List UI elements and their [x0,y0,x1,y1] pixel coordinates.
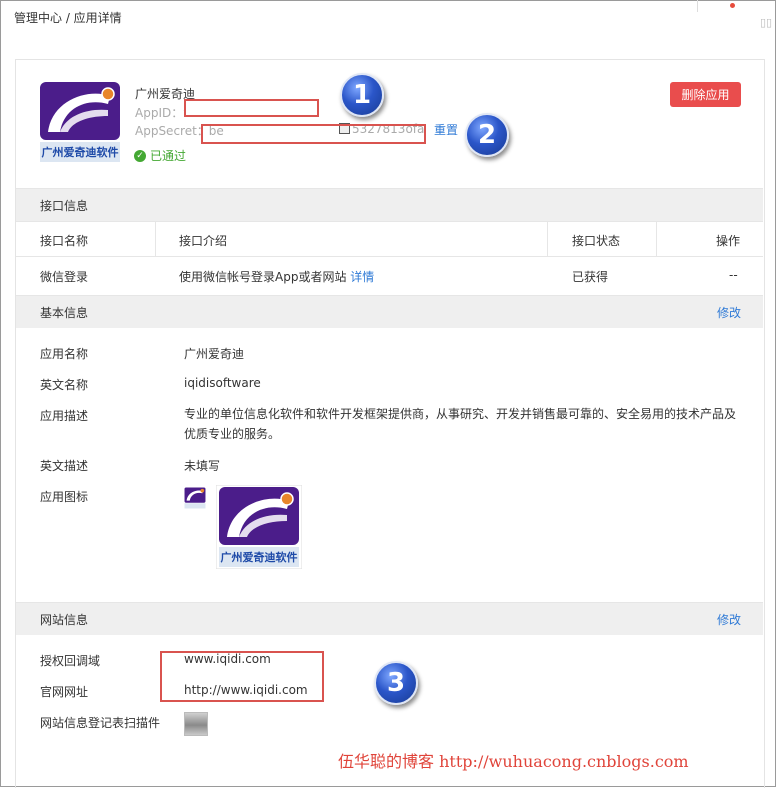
check-icon: ✓ [134,149,146,162]
desc-value: 专业的单位信息化软件和软件开发框架提供商，从事研究、开发并销售最可靠的、安全易用… [184,407,737,441]
basic-edit-link[interactable]: 修改 [717,304,741,321]
app-icon-large: 广州爱奇迪软件 [216,485,302,569]
table-header-name: 接口名称 [40,234,89,248]
basic-section-title: 基本信息 [40,306,89,320]
website-section-title: 网站信息 [40,613,89,627]
interface-section-title: 接口信息 [40,199,89,213]
annotation-badge-2: 2 [465,113,509,157]
interface-section-bar: 接口信息 [16,188,763,221]
divider [656,222,657,256]
app-icon-small [184,487,206,509]
website-section-bar: 网站信息 修改 [16,602,763,635]
divider [16,256,763,257]
icon-logo-text: 广州爱奇迪软件 [221,550,298,564]
desc-label: 应用描述 [40,409,89,423]
record-label: 网站信息登记表扫描件 [40,716,161,730]
en-name-label: 英文名称 [40,378,89,392]
en-desc-label: 英文描述 [40,459,89,473]
status-badge: ✓ 已通过 [134,147,186,164]
table-header-action: 操作 [716,234,741,248]
corner-divider [697,0,698,12]
annotation-box-secret [201,124,426,144]
table-header-status: 接口状态 [572,234,621,248]
delete-app-button[interactable]: 删除应用 [670,82,741,107]
en-name-value: iqidisoftware [184,376,261,390]
icon-label: 应用图标 [40,490,89,504]
side-menu-icon[interactable]: ▯▯ [760,16,772,29]
en-desc-value: 未填写 [184,459,221,473]
table-header-intro: 接口介绍 [179,234,228,248]
table-cell-action: -- [729,268,738,282]
app-logo-icon: 广州爱奇迪软件 [38,80,122,164]
table-cell-name: 微信登录 [40,270,89,284]
divider [16,221,763,222]
notification-dot-icon[interactable] [730,3,735,8]
annotation-badge-3: 3 [374,661,418,705]
homepage-label: 官网网址 [40,685,89,699]
record-thumbnail[interactable] [184,712,208,736]
table-cell-intro: 使用微信帐号登录App或者网站 详情 [179,268,374,285]
annotation-box-website [160,651,324,702]
callback-label: 授权回调域 [40,654,101,668]
reset-secret-link[interactable]: 重置 [434,121,458,138]
annotation-box-appid [184,99,319,117]
appid-label: AppID： [135,106,184,120]
basic-section-bar: 基本信息 修改 [16,295,763,328]
status-text: 已通过 [150,149,187,163]
website-edit-link[interactable]: 修改 [717,611,741,628]
table-cell-status: 已获得 [572,270,609,284]
app-name-value: 广州爱奇迪 [184,347,245,361]
annotation-badge-1: 1 [340,73,384,117]
intro-text: 使用微信帐号登录App或者网站 [179,270,347,284]
breadcrumb: 管理中心 / 应用详情 [14,11,122,25]
logo-text: 广州爱奇迪软件 [42,145,119,159]
watermark: 伍华聪的博客 http://wuhuacong.cnblogs.com [338,752,689,771]
app-name-label: 应用名称 [40,347,89,361]
divider [155,222,156,256]
detail-link[interactable]: 详情 [350,270,374,284]
divider [547,222,548,256]
